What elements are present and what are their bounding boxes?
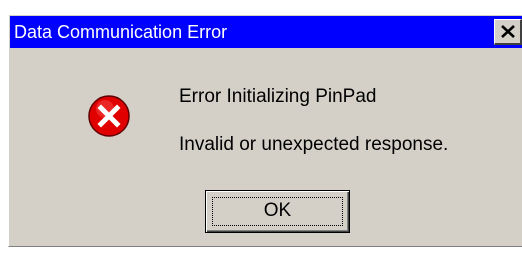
- error-heading: Error Initializing PinPad: [179, 86, 377, 107]
- title-bar[interactable]: Data Communication Error: [10, 16, 522, 48]
- error-detail: Invalid or unexpected response.: [179, 134, 449, 155]
- close-button[interactable]: [494, 19, 522, 45]
- ok-button-label: OK: [263, 200, 292, 221]
- window-title: Data Communication Error: [14, 22, 228, 42]
- error-icon: [88, 95, 130, 137]
- error-dialog: Data Communication Error Error Initializ…: [8, 14, 522, 247]
- close-icon: [501, 25, 515, 38]
- ok-button[interactable]: OK: [205, 190, 350, 233]
